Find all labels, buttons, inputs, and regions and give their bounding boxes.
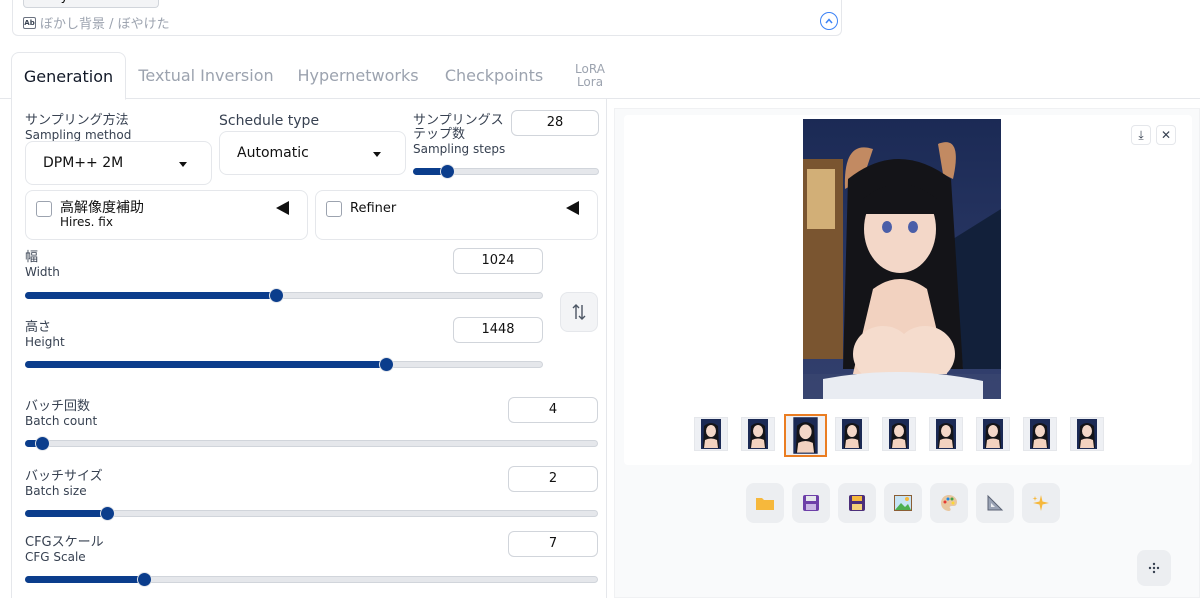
batch-size-slider[interactable]	[25, 506, 598, 521]
cfg-scale-slider[interactable]	[25, 572, 598, 587]
chevron-down-icon	[373, 152, 381, 157]
hint-text: ぼかし背景 / ぼやけた	[40, 17, 170, 32]
batch-count-input[interactable]: 4	[508, 397, 598, 423]
sampling-steps-label: サンプリングステップ数 Sampling steps	[413, 113, 506, 157]
height-label: 高さ Height	[25, 320, 65, 350]
gallery-thumbnail[interactable]	[784, 414, 827, 457]
slider-thumb[interactable]	[268, 288, 284, 303]
save-icon	[803, 495, 819, 511]
close-icon[interactable]: ✕	[1156, 125, 1176, 145]
sampling-method-label: サンプリング方法 Sampling method	[25, 113, 132, 143]
sampling-method-select[interactable]: DPM++ 2M	[25, 141, 212, 185]
zip-icon	[849, 495, 865, 511]
swap-arrows-icon	[572, 304, 586, 320]
generation-settings-panel: サンプリング方法 Sampling method DPM++ 2M Schedul…	[11, 99, 607, 598]
hires-fix-checkbox[interactable]	[36, 201, 52, 217]
palette-icon	[941, 495, 957, 511]
output-panel: ⤓ ✕	[614, 108, 1200, 598]
width-label: 幅 Width	[25, 250, 60, 280]
slider-thumb[interactable]	[99, 506, 115, 521]
sampling-steps-slider[interactable]	[413, 164, 599, 179]
batch-count-slider[interactable]	[25, 436, 598, 451]
gallery-thumbnail[interactable]	[835, 417, 869, 451]
slider-thumb[interactable]	[439, 164, 455, 179]
image-icon	[894, 495, 912, 511]
download-icon[interactable]: ⤓	[1131, 125, 1151, 145]
image-gallery: ⤓ ✕	[624, 115, 1192, 465]
folder-icon	[756, 498, 774, 510]
translation-hint: Ab ぼかし背景 / ぼやけた	[23, 13, 170, 32]
dots-icon	[1148, 562, 1160, 574]
generate-variation-button[interactable]	[1022, 483, 1060, 523]
gallery-thumbnail[interactable]	[1070, 417, 1104, 451]
ruler-icon	[987, 494, 1004, 511]
height-input[interactable]: 1448	[453, 317, 543, 343]
expand-triangle-icon[interactable]	[566, 201, 579, 215]
tab-lora[interactable]: LoRA Lora	[566, 52, 614, 99]
collapse-up-icon[interactable]	[820, 12, 838, 30]
schedule-type-label: Schedule type	[219, 113, 320, 129]
extra-options-button[interactable]	[1137, 550, 1171, 586]
translate-icon: Ab	[23, 16, 36, 29]
send-to-extras-button[interactable]	[976, 483, 1014, 523]
hires-fix-accordion[interactable]: 高解像度補助 Hires. fix	[25, 190, 308, 240]
gallery-thumbnail[interactable]	[929, 417, 963, 451]
gallery-thumbnail[interactable]	[976, 417, 1010, 451]
token-text: blurry	[30, 0, 68, 4]
batch-size-input[interactable]: 2	[508, 466, 598, 492]
slider-thumb[interactable]	[136, 572, 152, 587]
generated-image-preview[interactable]	[803, 119, 1001, 399]
width-slider[interactable]	[25, 288, 543, 303]
send-to-inpaint-button[interactable]	[930, 483, 968, 523]
slider-thumb[interactable]	[35, 436, 51, 451]
tab-hypernetworks[interactable]: Hypernetworks	[296, 52, 420, 99]
slider-thumb[interactable]	[379, 357, 395, 372]
batch-count-label: バッチ回数 Batch count	[25, 399, 98, 429]
refiner-accordion[interactable]: Refiner	[315, 190, 598, 240]
swap-dimensions-button[interactable]	[560, 292, 598, 332]
expand-triangle-icon[interactable]	[276, 201, 289, 215]
cfg-scale-label: CFGスケール CFG Scale	[25, 535, 104, 565]
gallery-thumbnail[interactable]	[882, 417, 916, 451]
refiner-checkbox[interactable]	[326, 201, 342, 217]
save-button[interactable]	[792, 483, 830, 523]
refiner-label: Refiner	[350, 201, 397, 216]
tab-generation[interactable]: Generation	[11, 52, 126, 100]
gallery-thumbnail[interactable]	[1023, 417, 1057, 451]
batch-size-label: バッチサイズ Batch size	[25, 469, 103, 499]
schedule-type-select[interactable]: Automatic	[219, 131, 406, 175]
negative-prompt-box[interactable]: blurry × Ab ぼかし背景 / ぼやけた	[12, 0, 842, 36]
sampling-steps-input[interactable]: 28	[511, 110, 599, 136]
tab-textual-inversion[interactable]: Textual Inversion	[138, 52, 274, 99]
gallery-thumbnail[interactable]	[741, 417, 775, 451]
remove-token-icon[interactable]: ×	[140, 0, 152, 4]
hires-fix-label: 高解像度補助 Hires. fix	[60, 200, 144, 229]
zip-button[interactable]	[838, 483, 876, 523]
tab-bar: Generation Textual Inversion Hypernetwor…	[0, 52, 1200, 100]
gallery-thumbnail[interactable]	[694, 417, 728, 451]
chevron-down-icon	[179, 162, 187, 167]
sparkle-icon	[1032, 495, 1049, 511]
send-to-img2img-button[interactable]	[884, 483, 922, 523]
height-slider[interactable]	[25, 357, 543, 372]
tab-checkpoints[interactable]: Checkpoints	[442, 52, 546, 99]
width-input[interactable]: 1024	[453, 248, 543, 274]
open-folder-button[interactable]	[746, 483, 784, 523]
cfg-scale-input[interactable]: 7	[508, 531, 598, 557]
prompt-token-chip[interactable]: blurry ×	[23, 0, 159, 8]
